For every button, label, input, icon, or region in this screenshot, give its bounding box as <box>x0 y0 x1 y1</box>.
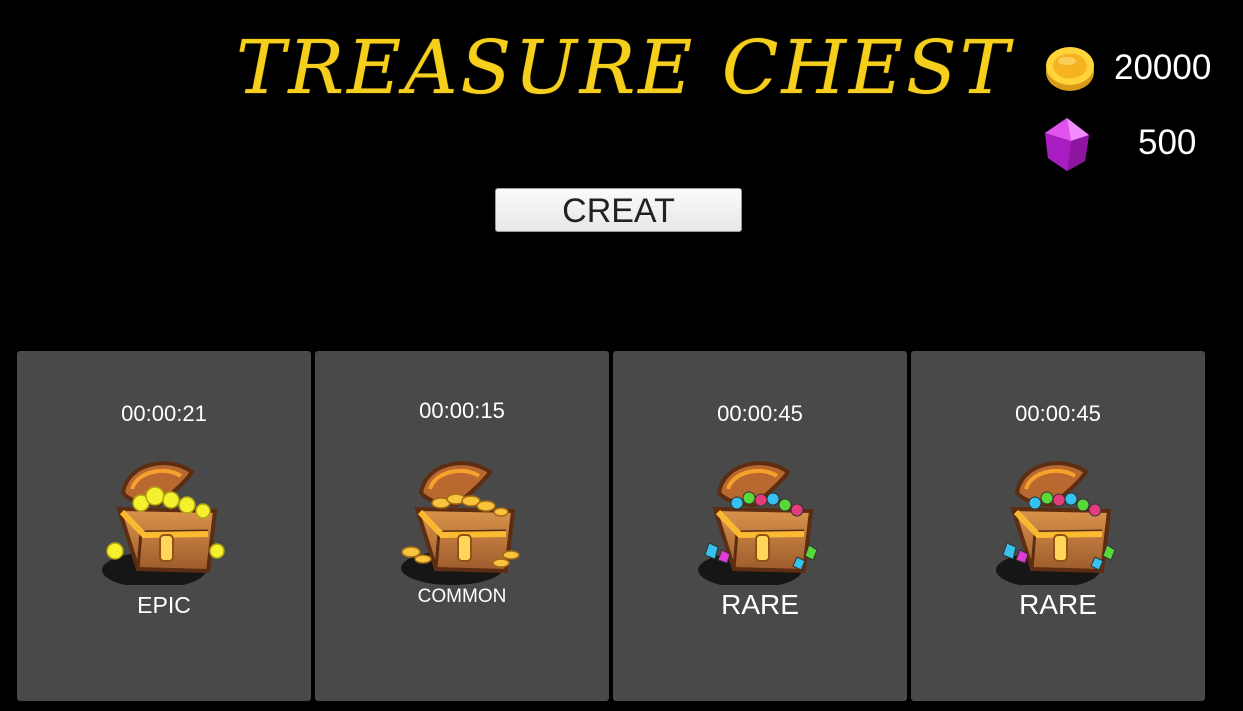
rare-chest-icon <box>996 461 1116 585</box>
chest-timer: 00:00:45 <box>717 401 803 426</box>
chest-timer: 00:00:15 <box>419 398 505 423</box>
epic-chest-icon <box>102 461 225 585</box>
chest-rarity-label: COMMON <box>417 586 507 607</box>
chest-card-rare-1[interactable]: 00:00:45 RARE <box>613 351 907 701</box>
chest-rarity-label: EPIC <box>137 592 191 618</box>
chest-card-rare-2[interactable]: 00:00:45 RARE <box>911 351 1205 701</box>
coin-count: 20000 <box>1114 48 1212 87</box>
gold-coin-icon <box>1046 47 1094 91</box>
gem-balance: 500 <box>1040 113 1230 173</box>
chest-rarity-label: RARE <box>721 589 799 620</box>
purple-gem-icon <box>1045 118 1089 171</box>
create-button[interactable]: CREAT <box>495 188 742 232</box>
coin-balance: 20000 <box>1040 38 1230 98</box>
chest-timer: 00:00:45 <box>1015 401 1101 426</box>
gem-count: 500 <box>1138 123 1197 162</box>
chest-card-epic[interactable]: 00:00:21 EPIC <box>17 351 311 701</box>
chest-grid: 00:00:21 EPIC 00:00:15 COMMON 00:00:45 R… <box>17 351 1209 701</box>
chest-timer: 00:00:21 <box>121 401 207 426</box>
chest-rarity-label: RARE <box>1019 589 1097 620</box>
common-chest-icon <box>401 461 520 585</box>
rare-chest-icon <box>698 461 818 585</box>
chest-card-common[interactable]: 00:00:15 COMMON <box>315 351 609 701</box>
page-title: TREASURE CHEST <box>236 25 1013 111</box>
